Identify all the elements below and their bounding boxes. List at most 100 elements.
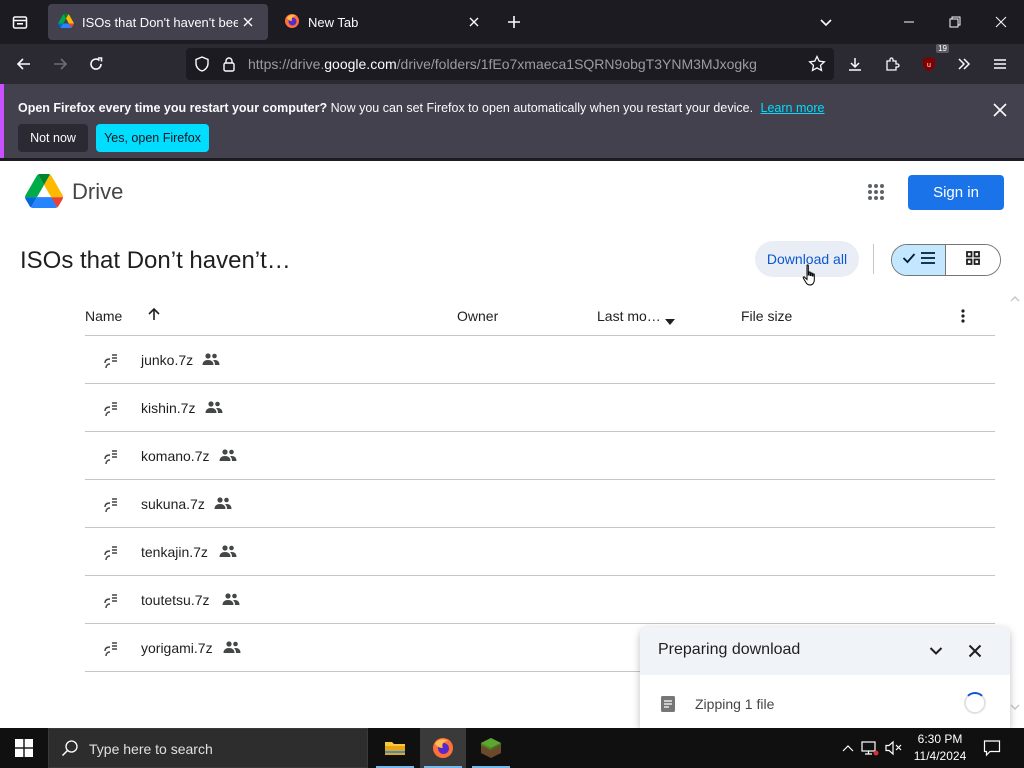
learn-more-link[interactable]: Learn more — [761, 101, 825, 115]
shared-people-icon — [223, 640, 241, 658]
windows-taskbar: Type here to search 6:30 PM 11/4/2024 — [0, 728, 1024, 768]
file-row[interactable]: sukuna.7z — [85, 480, 995, 528]
archive-file-icon — [103, 544, 119, 567]
file-row[interactable]: junko.7z — [85, 336, 995, 384]
shared-people-icon — [205, 400, 223, 418]
file-row[interactable]: tenkajin.7z — [85, 528, 995, 576]
ublock-origin-icon[interactable]: u 19 — [915, 44, 949, 78]
grid-view-button[interactable] — [946, 245, 1000, 275]
file-name: junko.7z — [141, 352, 194, 368]
taskbar-search-box[interactable]: Type here to search — [48, 728, 368, 768]
scroll-down-chevron-icon[interactable] — [1010, 698, 1020, 716]
drive-brand-name[interactable]: Drive — [72, 179, 123, 205]
file-name: kishin.7z — [141, 400, 196, 416]
archive-file-icon — [103, 448, 119, 471]
checkmark-icon — [902, 251, 916, 270]
column-header-owner[interactable]: Owner — [457, 308, 498, 324]
folder-title: ISOs that Don’t haven’t… — [20, 247, 291, 274]
sign-in-button[interactable]: Sign in — [908, 175, 1004, 210]
file-name: yorigami.7z — [141, 640, 213, 656]
search-icon — [61, 739, 79, 762]
list-all-tabs-chevron-down-icon[interactable] — [812, 8, 840, 36]
browser-tab-bar: ISOs that Don't haven't been up New Tab — [0, 0, 1024, 44]
file-explorer-icon[interactable] — [372, 728, 418, 768]
file-list-header: Name Owner Last mo… File size — [85, 298, 995, 336]
file-row[interactable]: komano.7z — [85, 432, 995, 480]
file-row[interactable]: toutetsu.7z — [85, 576, 995, 624]
search-placeholder: Type here to search — [89, 741, 213, 757]
url-prefix: https://drive. — [248, 56, 325, 72]
zip-file-icon — [660, 695, 676, 718]
hamburger-menu-icon[interactable] — [986, 50, 1014, 78]
file-name: komano.7z — [141, 448, 210, 464]
view-toggle — [891, 244, 1001, 276]
file-name: toutetsu.7z — [141, 592, 210, 608]
address-bar[interactable]: https://drive.google.com/drive/folders/1… — [186, 48, 834, 80]
close-tab-icon[interactable] — [238, 12, 258, 32]
network-icon[interactable] — [860, 738, 880, 758]
scroll-up-chevron-icon[interactable] — [1010, 290, 1020, 308]
shared-people-icon — [219, 448, 237, 466]
firefox-notification-bar: Open Firefox every time you restart your… — [0, 84, 1024, 158]
download-item-status: Zipping 1 file — [695, 696, 775, 712]
restore-window-icon[interactable] — [932, 0, 978, 44]
close-icon[interactable] — [988, 98, 1012, 122]
google-apps-grid-icon[interactable] — [862, 178, 890, 206]
minecraft-grass-block-icon[interactable] — [468, 728, 514, 768]
archive-file-icon — [103, 352, 119, 375]
action-center-notification-icon[interactable] — [978, 734, 1006, 762]
tab-drive[interactable]: ISOs that Don't haven't been up — [48, 4, 268, 40]
back-arrow-icon[interactable] — [10, 50, 38, 78]
downloads-icon[interactable] — [841, 50, 869, 78]
sort-ascending-arrow-icon[interactable] — [147, 307, 161, 324]
tab-new-tab[interactable]: New Tab — [274, 4, 494, 40]
shared-people-icon — [202, 352, 220, 370]
clock-time: 6:30 PM — [917, 732, 963, 746]
firefox-taskbar-icon[interactable] — [420, 728, 466, 768]
shared-people-icon — [219, 544, 237, 562]
close-window-icon[interactable] — [978, 0, 1024, 44]
new-tab-plus-icon[interactable] — [500, 8, 528, 36]
show-hidden-icons-chevron-up-icon[interactable] — [838, 738, 858, 758]
column-header-file-size[interactable]: File size — [741, 308, 792, 324]
windows-start-icon[interactable] — [0, 728, 48, 768]
lock-icon[interactable] — [222, 56, 236, 77]
close-icon[interactable] — [963, 639, 987, 663]
not-now-button[interactable]: Not now — [18, 124, 88, 152]
chrome-content-divider — [0, 158, 1024, 161]
column-header-name[interactable]: Name — [85, 308, 122, 324]
close-tab-icon[interactable] — [464, 12, 484, 32]
notice-body: Now you can set Firefox to open automati… — [330, 101, 754, 115]
caret-down-icon[interactable] — [665, 312, 675, 328]
list-view-button[interactable] — [892, 245, 947, 275]
tracking-protection-shield-icon[interactable] — [194, 56, 210, 77]
extensions-puzzle-icon[interactable] — [878, 50, 906, 78]
yes-open-firefox-button[interactable]: Yes, open Firefox — [96, 124, 209, 152]
reload-icon[interactable] — [82, 50, 110, 78]
svg-text:u: u — [927, 62, 931, 69]
tab-title: ISOs that Don't haven't been up — [82, 14, 238, 30]
google-drive-favicon-icon — [58, 13, 74, 31]
google-drive-logo-icon[interactable] — [25, 174, 64, 213]
minimize-window-icon[interactable] — [886, 0, 932, 44]
chevron-down-icon[interactable] — [924, 639, 948, 663]
forward-arrow-icon[interactable] — [46, 50, 74, 78]
grid-view-icon — [966, 250, 980, 270]
archive-file-icon — [103, 640, 119, 663]
overflow-chevrons-icon[interactable] — [950, 50, 978, 78]
url-text[interactable]: https://drive.google.com/drive/folders/1… — [248, 56, 757, 72]
extension-badge-count: 19 — [936, 44, 949, 53]
more-vert-icon[interactable] — [961, 309, 965, 326]
file-name: tenkajin.7z — [141, 544, 208, 560]
notice-heading: Open Firefox every time you restart your… — [18, 101, 328, 115]
volume-muted-icon[interactable] — [884, 738, 904, 758]
notice-message: Open Firefox every time you restart your… — [18, 101, 824, 115]
column-header-last-modified[interactable]: Last mo… — [597, 308, 661, 324]
archive-file-icon — [103, 400, 119, 423]
shared-people-icon — [222, 592, 240, 610]
file-row[interactable]: kishin.7z — [85, 384, 995, 432]
firefox-view-icon[interactable] — [6, 8, 34, 36]
list-view-icon — [920, 251, 936, 270]
system-clock[interactable]: 6:30 PM 11/4/2024 — [905, 731, 975, 765]
bookmark-star-icon[interactable] — [808, 54, 826, 78]
